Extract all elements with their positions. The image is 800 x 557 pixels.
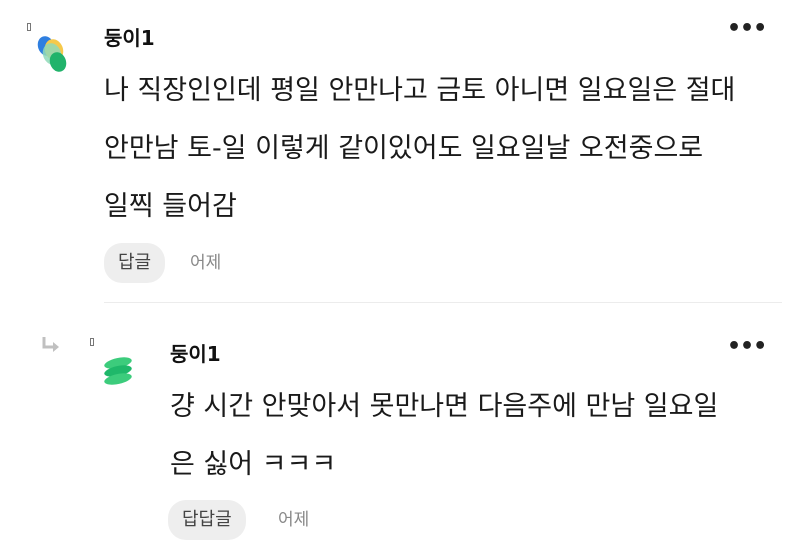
comment-body: 나 직장인인데 평일 안만나고 금토 아니면 일요일은 절대 안만남 토-일 이… (104, 62, 794, 236)
comment-line: 은 싫어 ㅋㅋㅋ (170, 449, 337, 480)
divider (104, 302, 782, 303)
avatar[interactable] (100, 353, 136, 389)
reply-comment: 둥이1 ••• 걍 시간 안맞아서 못만나면 다음주에 만남 일요일 은 싫어 … (0, 305, 800, 557)
reply-button[interactable]: 답글 (104, 243, 166, 283)
timestamp: 어제 (278, 510, 310, 530)
comment-line: 걍 시간 안맞아서 못만나면 다음주에 만남 일요일 (170, 391, 719, 422)
profile-marker-icon (27, 23, 31, 31)
comment-body: 걍 시간 안맞아서 못만나면 다음주에 만남 일요일 은 싫어 ㅋㅋㅋ (170, 378, 790, 494)
author-name[interactable]: 둥이1 (170, 338, 221, 367)
timestamp: 어제 (190, 253, 222, 273)
comment-line: 일찍 들어감 (104, 191, 237, 222)
comment-line: 나 직장인인데 평일 안만나고 금토 아니면 일요일은 절대 (104, 75, 736, 106)
author-name[interactable]: 둥이1 (104, 22, 155, 51)
comment-line: 안만남 토-일 이렇게 같이있어도 일요일날 오전중으로 (104, 133, 704, 164)
more-options-icon[interactable]: ••• (727, 18, 767, 40)
comment: 둥이1 ••• 나 직장인인데 평일 안만나고 금토 아니면 일요일은 절대 안… (0, 0, 800, 300)
reply-button[interactable]: 답답글 (168, 500, 246, 540)
avatar[interactable] (32, 30, 72, 76)
reply-arrow-icon (42, 337, 59, 352)
more-options-icon[interactable]: ••• (727, 336, 767, 358)
profile-marker-icon (90, 338, 94, 346)
